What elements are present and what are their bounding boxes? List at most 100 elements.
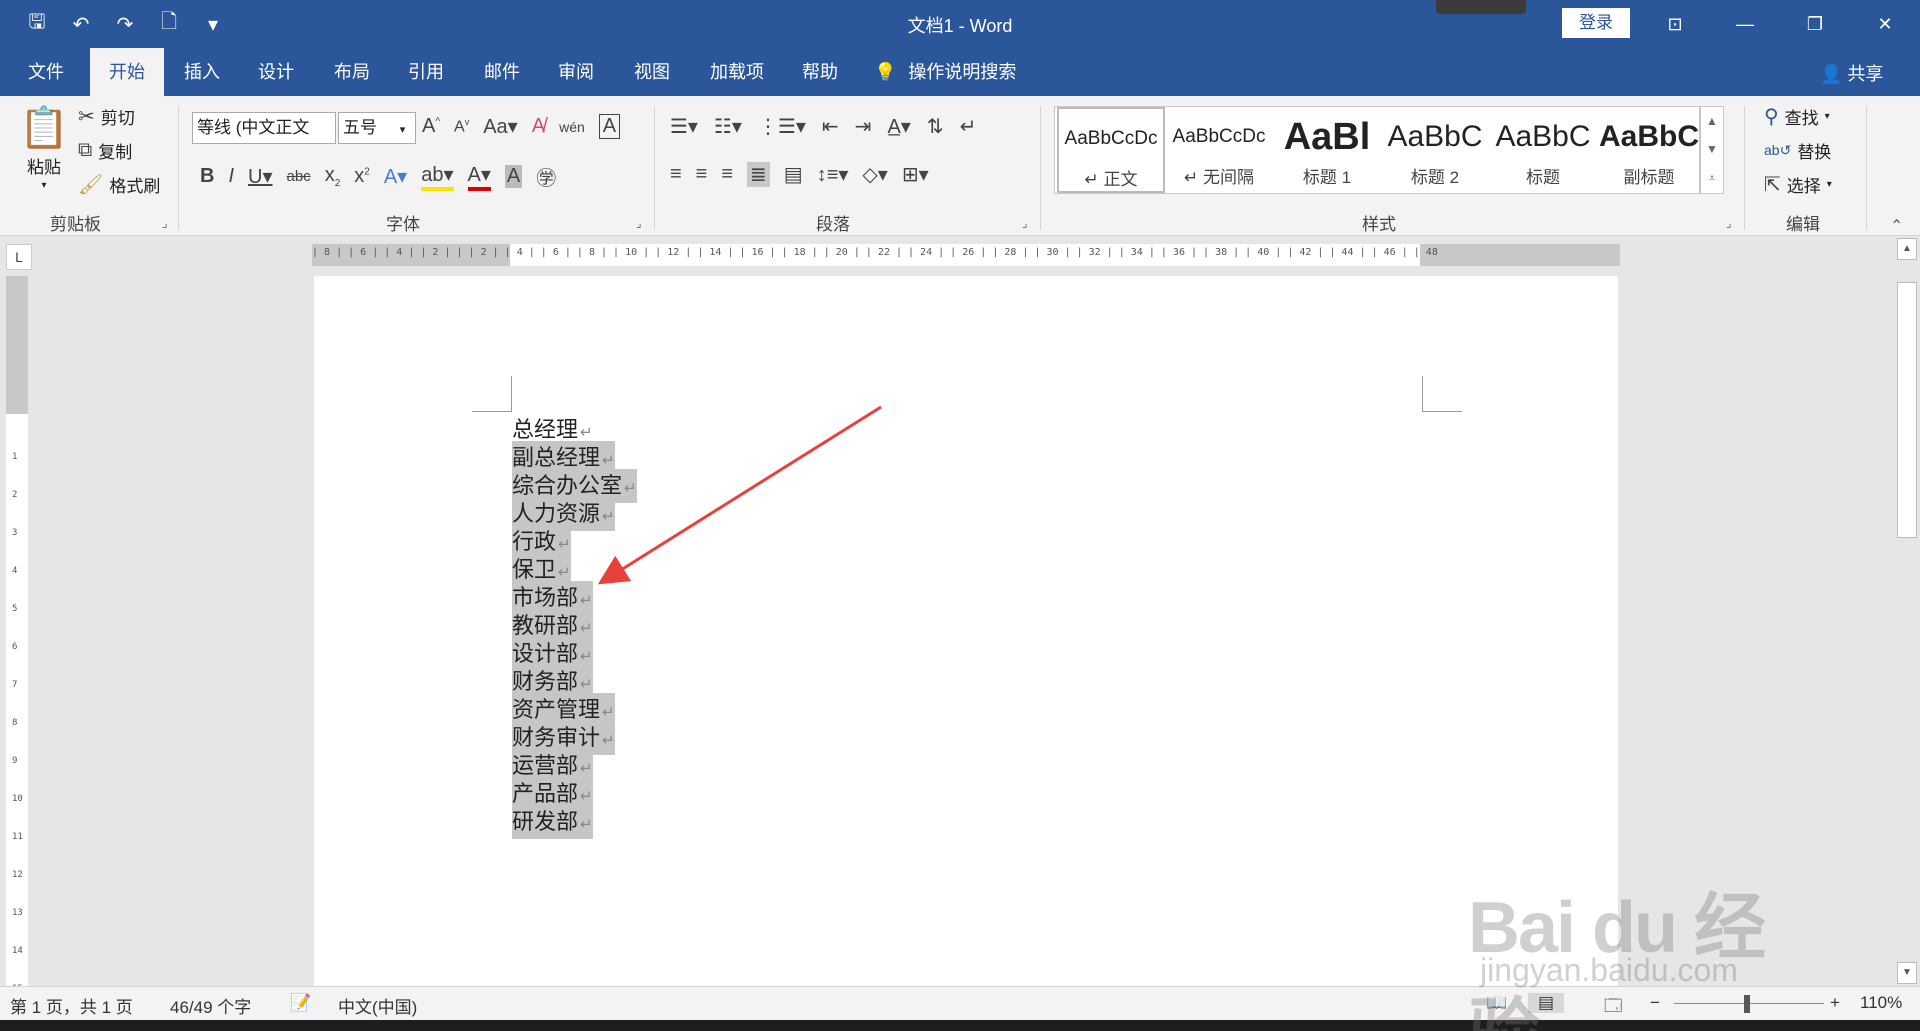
zoom-level[interactable]: 110% (1860, 993, 1902, 1013)
clear-formatting-icon[interactable]: A̸ (532, 115, 545, 138)
style-normal[interactable]: AaBbCcDc ↵ 正文 (1057, 107, 1165, 193)
chinese-layout-icon[interactable]: A̲▾ (887, 114, 910, 139)
ribbon-display-options-icon[interactable]: ⊡ (1640, 0, 1710, 48)
style-subtitle[interactable]: AaBbC 副标题 (1595, 107, 1703, 193)
vertical-scrollbar[interactable]: ▲ ▼ (1894, 236, 1920, 986)
tab-help[interactable]: 帮助 (790, 48, 850, 96)
divider (1744, 106, 1745, 230)
clipboard-launcher-icon[interactable]: ⌟ (162, 216, 168, 230)
shading-icon[interactable]: ◇▾ (862, 162, 887, 187)
share-button[interactable]: 👤 共享 (1820, 60, 1883, 86)
style-preview: AaBbCcDc (1064, 128, 1158, 149)
subscript-icon[interactable]: x2 (325, 164, 341, 189)
borders-icon[interactable]: ⊞▾ (902, 162, 929, 187)
paste-label: 粘贴 (27, 158, 61, 177)
bold-icon[interactable]: B (200, 165, 214, 188)
font-format-tools: B I U▾ abc x2 x2 A▾ ab▾ A▾ A ㊫ (200, 162, 556, 191)
language[interactable]: 中文(中国) (338, 993, 417, 1018)
close-icon[interactable]: ✕ (1850, 0, 1920, 48)
style-title[interactable]: AaBbC 标题 (1489, 107, 1597, 193)
chevron-up-icon[interactable]: ▲ (1706, 114, 1718, 128)
align-center-icon[interactable]: ≡ (696, 163, 708, 186)
tab-insert[interactable]: 插入 (172, 48, 232, 96)
tab-layout[interactable]: 布局 (322, 48, 382, 96)
grow-font-icon[interactable]: A^ (422, 115, 440, 138)
shrink-font-icon[interactable]: Av (454, 117, 469, 136)
sort-icon[interactable]: ⇅ (927, 114, 944, 139)
ribbon-tabs: 文件 开始 插入 设计 布局 引用 邮件 审阅 视图 加载项 帮助 💡 操作说明搜… (0, 48, 1920, 96)
font-name-dropdown[interactable]: 等线 (中文正文 (192, 112, 336, 144)
minimize-icon[interactable]: — (1710, 0, 1780, 48)
highlight-icon[interactable]: ab▾ (421, 162, 454, 191)
restore-icon[interactable]: ❐ (1780, 0, 1850, 48)
underline-icon[interactable]: U▾ (248, 164, 272, 189)
copy-button[interactable]: ⧉ 复制 (78, 138, 132, 163)
font-size-tools: A^ Av Aa▾ A̸ wén A (422, 114, 621, 139)
tab-references[interactable]: 引用 (396, 48, 456, 96)
tab-selector-icon[interactable]: L (6, 244, 32, 270)
styles-launcher-icon[interactable]: ⌟ (1726, 216, 1732, 230)
collapse-ribbon-icon[interactable]: ⌃ (1890, 216, 1903, 236)
zoom-in-icon[interactable]: + (1830, 993, 1840, 1013)
tab-home[interactable]: 开始 (90, 48, 164, 96)
ruler-tick-label: 1 (12, 452, 18, 462)
decrease-indent-icon[interactable]: ⇤ (822, 114, 839, 139)
replace-button[interactable]: ab↺ 替换 (1764, 138, 1831, 163)
tab-mailings[interactable]: 邮件 (472, 48, 532, 96)
bullets-icon[interactable]: ☰▾ (670, 114, 698, 139)
chevron-down-icon: ▾ (1826, 179, 1832, 190)
gallery-more-icon[interactable]: ⩡ (1709, 171, 1716, 186)
find-button[interactable]: ⚲ 查找 ▾ (1764, 104, 1830, 129)
cut-button[interactable]: ✂ 剪切 (78, 104, 135, 129)
horizontal-ruler[interactable]: | 8 | | 6 | | 4 | | 2 | | | 2 | | 4 | | … (312, 244, 1620, 266)
style-heading-1[interactable]: AaBl 标题 1 (1273, 107, 1381, 193)
cut-label: 剪切 (100, 109, 135, 128)
tab-addins[interactable]: 加载项 (700, 48, 774, 96)
change-case-icon[interactable]: Aa▾ (483, 114, 518, 139)
scroll-up-icon[interactable]: ▲ (1897, 238, 1917, 260)
align-right-icon[interactable]: ≡ (721, 163, 733, 186)
paragraph-launcher-icon[interactable]: ⌟ (1022, 216, 1028, 230)
chevron-down-icon[interactable]: ▼ (1706, 142, 1718, 156)
tell-me-search[interactable]: 💡 操作说明搜索 (874, 48, 1044, 96)
text-effects-icon[interactable]: A▾ (384, 164, 407, 189)
select-button[interactable]: ⇱ 选择 ▾ (1764, 172, 1832, 197)
phonetic-guide-icon[interactable]: wén (559, 119, 585, 135)
numbering-icon[interactable]: ☷▾ (714, 114, 742, 139)
format-painter-button[interactable]: 🖌 格式刷 (78, 172, 160, 197)
line-spacing-icon[interactable]: ↕≡▾ (817, 162, 849, 187)
word-count[interactable]: 46/49 个字 (170, 993, 251, 1018)
italic-icon[interactable]: I (228, 165, 234, 188)
style-preview: AaBbCcDc (1172, 126, 1266, 147)
font-size-dropdown[interactable]: 五号 ▾ (338, 112, 416, 144)
increase-indent-icon[interactable]: ⇥ (855, 114, 872, 139)
login-button[interactable]: 登录 (1562, 8, 1630, 38)
style-heading-2[interactable]: AaBbC 标题 2 (1381, 107, 1489, 193)
tab-review[interactable]: 审阅 (546, 48, 606, 96)
clipboard-group-label: 剪贴板 (50, 215, 101, 234)
tab-view[interactable]: 视图 (622, 48, 682, 96)
strikethrough-icon[interactable]: abc (287, 168, 311, 185)
show-marks-icon[interactable]: ↵ (960, 114, 977, 139)
tab-design[interactable]: 设计 (246, 48, 306, 96)
font-color-icon[interactable]: A▾ (467, 162, 491, 191)
enclose-characters-icon[interactable]: ㊫ (536, 162, 556, 191)
character-shading-icon[interactable]: A (504, 165, 523, 188)
scroll-thumb[interactable] (1897, 282, 1917, 538)
justify-icon[interactable]: ≣ (747, 162, 770, 187)
document-page[interactable]: 总经理 ↵ 副总经理 ↵ 综合办公室 ↵ 人力资源 ↵ 行政 ↵ 保卫 ↵ 市场部 ↵ 教研部 ↵ 设计部 ↵ 财务… (314, 276, 1618, 986)
multilevel-list-icon[interactable]: ⋮☰▾ (758, 114, 806, 139)
character-border-icon[interactable]: A (598, 114, 621, 139)
superscript-icon[interactable]: x2 (354, 165, 370, 188)
style-no-spacing[interactable]: AaBbCcDc ↵ 无间隔 (1165, 107, 1273, 193)
page-count[interactable]: 第 1 页，共 1 页 (10, 993, 133, 1018)
distributed-icon[interactable]: ▤ (784, 162, 803, 187)
vertical-ruler[interactable]: 12345678910111213141516 (6, 276, 28, 1031)
styles-group-label: 样式 (1362, 215, 1396, 234)
paste-button[interactable]: 📋 粘贴 ▾ (19, 104, 69, 191)
align-left-icon[interactable]: ≡ (670, 163, 682, 186)
font-launcher-icon[interactable]: ⌟ (636, 216, 642, 230)
tab-file[interactable]: 文件 (18, 48, 74, 96)
scroll-down-icon[interactable]: ▼ (1897, 962, 1917, 984)
proofing-icon[interactable]: 📝 (290, 993, 311, 1013)
